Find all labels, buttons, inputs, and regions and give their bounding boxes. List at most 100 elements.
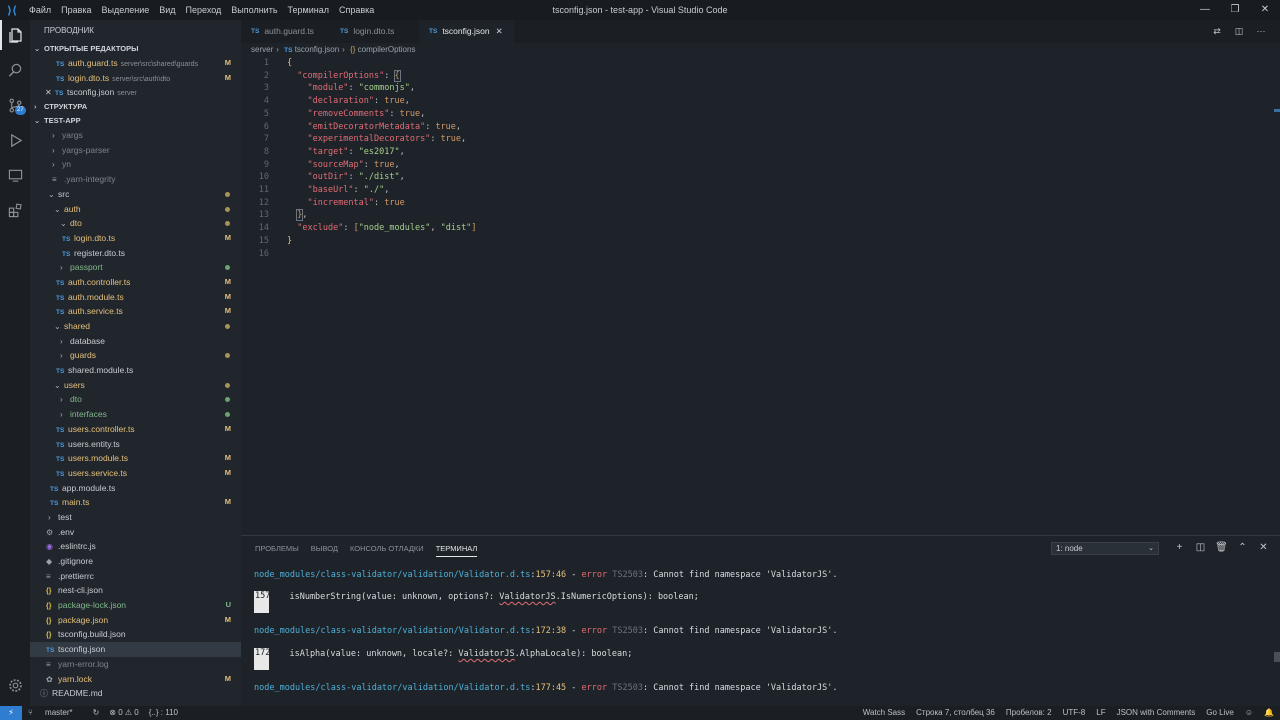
tree-file[interactable]: TS register.dto.ts: [30, 246, 241, 261]
tree-file[interactable]: ≡ .yarn-integrity: [30, 172, 241, 187]
tab-problems[interactable]: ПРОБЛЕМЫ: [255, 542, 299, 557]
menu-view[interactable]: Вид: [154, 0, 180, 20]
tree-file[interactable]: ⚙ .env: [30, 525, 241, 540]
tree-file[interactable]: ◉ .eslintrc.js: [30, 539, 241, 554]
more-actions-icon[interactable]: ···: [1250, 20, 1272, 43]
indentation[interactable]: Пробелов: 2: [1006, 706, 1052, 720]
tree-file[interactable]: TS login.dto.ts M: [30, 231, 241, 246]
open-changes-icon[interactable]: ⇄: [1206, 20, 1228, 43]
source-control-icon[interactable]: 27: [0, 90, 30, 120]
end-of-line[interactable]: LF: [1096, 706, 1105, 720]
git-branch[interactable]: ⑂ master*: [28, 706, 83, 720]
encoding[interactable]: UTF-8: [1063, 706, 1086, 720]
open-editor-item[interactable]: TS auth.guard.ts server\src\shared\guards M: [30, 56, 241, 71]
tree-file[interactable]: TS users.module.ts M: [30, 451, 241, 466]
tab-login-dto[interactable]: TS login.dto.ts: [330, 20, 419, 43]
tree-file[interactable]: TS shared.module.ts: [30, 363, 241, 378]
tree-folder[interactable]: › yargs-parser: [30, 143, 241, 158]
split-editor-icon[interactable]: ◫: [1228, 20, 1250, 43]
tree-file[interactable]: {} tsconfig.build.json: [30, 627, 241, 642]
tree-folder[interactable]: ⌄ src: [30, 187, 241, 202]
language-mode[interactable]: JSON with Comments: [1117, 706, 1196, 720]
tree-folder[interactable]: › interfaces: [30, 407, 241, 422]
menu-go[interactable]: Переход: [181, 0, 227, 20]
tree-file[interactable]: TS app.module.ts: [30, 481, 241, 496]
menu-edit[interactable]: Правка: [56, 0, 96, 20]
close-window-button[interactable]: ✕: [1250, 0, 1280, 20]
tree-file[interactable]: TS users.controller.ts M: [30, 422, 241, 437]
tab-terminal[interactable]: ТЕРМИНАЛ: [435, 542, 478, 557]
tab-auth-guard[interactable]: TS auth.guard.ts: [241, 20, 330, 43]
close-panel-icon[interactable]: ✕: [1253, 540, 1274, 556]
restore-button[interactable]: ❐: [1220, 0, 1250, 20]
tree-file[interactable]: ≡ yarn-error.log: [30, 657, 241, 672]
tree-folder[interactable]: › test: [30, 510, 241, 525]
minimize-button[interactable]: —: [1190, 0, 1220, 20]
tree-folder[interactable]: › yn: [30, 157, 241, 172]
terminal-scrollbar[interactable]: [1274, 652, 1280, 662]
maximize-panel-icon[interactable]: ⌃: [1232, 540, 1253, 556]
tree-folder[interactable]: ⌄ dto: [30, 216, 241, 231]
kill-terminal-icon[interactable]: 🗑: [1211, 540, 1232, 556]
feedback-icon[interactable]: ☺: [1245, 706, 1253, 720]
close-tab-icon[interactable]: ✕: [496, 20, 503, 43]
new-terminal-icon[interactable]: +: [1169, 540, 1190, 556]
extensions-icon[interactable]: [0, 195, 30, 225]
tree-file[interactable]: {} package.json M: [30, 613, 241, 628]
tree-file[interactable]: {} nest-cli.json: [30, 583, 241, 598]
tree-file-selected[interactable]: TS tsconfig.json: [30, 642, 241, 657]
tree-file[interactable]: ✿ yarn.lock M: [30, 672, 241, 687]
tree-file[interactable]: ≡ .prettierrc: [30, 569, 241, 584]
outline-section[interactable]: › СТРУКТУРА: [30, 100, 241, 114]
selection-info[interactable]: {..} : 110: [149, 706, 178, 720]
breadcrumb-file[interactable]: tsconfig.json: [295, 45, 339, 54]
menu-run[interactable]: Выполнить: [226, 0, 282, 20]
open-editor-item[interactable]: TS login.dto.ts server\src\auth\dto M: [30, 71, 241, 86]
cursor-position[interactable]: Строка 7, столбец 36: [916, 706, 995, 720]
tree-file[interactable]: TS auth.module.ts M: [30, 290, 241, 305]
terminal-select[interactable]: 1: node ⌄: [1051, 542, 1159, 555]
tree-file[interactable]: TS auth.service.ts M: [30, 304, 241, 319]
problems-count[interactable]: ⊗ 0 ⚠ 0: [109, 706, 138, 720]
watch-sass-button[interactable]: Watch Sass: [863, 706, 905, 720]
tree-file[interactable]: TS main.ts M: [30, 495, 241, 510]
tree-folder[interactable]: › database: [30, 334, 241, 349]
tree-folder[interactable]: › yargs: [30, 128, 241, 143]
menu-selection[interactable]: Выделение: [97, 0, 155, 20]
tab-output[interactable]: ВЫВОД: [311, 542, 338, 557]
menu-terminal[interactable]: Терминал: [283, 0, 334, 20]
tree-file[interactable]: {} package-lock.json U: [30, 598, 241, 613]
notifications-icon[interactable]: 🔔: [1264, 706, 1274, 720]
remote-indicator-icon[interactable]: ⚡: [0, 706, 22, 720]
menu-file[interactable]: Файл: [24, 0, 56, 20]
code-editor[interactable]: 1{ 2 "compilerOptions": { 3 "module": "c…: [241, 57, 1280, 527]
breadcrumb-symbol[interactable]: compilerOptions: [358, 45, 416, 54]
go-live-button[interactable]: Go Live: [1206, 706, 1234, 720]
tab-tsconfig[interactable]: TS tsconfig.json ✕: [419, 20, 514, 43]
open-editor-item[interactable]: ✕ TS tsconfig.json server: [30, 85, 241, 100]
breadcrumb-folder[interactable]: server: [251, 45, 273, 54]
remote-explorer-icon[interactable]: [0, 160, 30, 190]
search-icon[interactable]: [0, 55, 30, 85]
tree-folder[interactable]: ⌄ auth: [30, 202, 241, 217]
sync-icon[interactable]: ↻: [93, 706, 100, 720]
project-section[interactable]: ⌄ TEST-APP: [30, 114, 241, 128]
split-terminal-icon[interactable]: ◫: [1190, 540, 1211, 556]
run-debug-icon[interactable]: [0, 125, 30, 155]
tree-folder[interactable]: › passport: [30, 260, 241, 275]
tree-folder[interactable]: ⌄ users: [30, 378, 241, 393]
tree-folder[interactable]: › dto: [30, 392, 241, 407]
close-editor-icon[interactable]: ✕: [45, 86, 55, 100]
open-editors-section[interactable]: ⌄ ОТКРЫТЫЕ РЕДАКТОРЫ: [30, 42, 241, 56]
tree-file[interactable]: TS auth.controller.ts M: [30, 275, 241, 290]
tree-file[interactable]: ◆ .gitignore: [30, 554, 241, 569]
tree-file[interactable]: ⓘ README.md: [30, 686, 241, 701]
tree-file[interactable]: TS users.service.ts M: [30, 466, 241, 481]
explorer-icon[interactable]: [0, 20, 30, 50]
menu-help[interactable]: Справка: [334, 0, 379, 20]
settings-gear-icon[interactable]: [0, 670, 30, 700]
tree-folder[interactable]: ⌄ shared: [30, 319, 241, 334]
tab-debug-console[interactable]: КОНСОЛЬ ОТЛАДКИ: [350, 542, 424, 557]
tree-folder[interactable]: › guards: [30, 348, 241, 363]
tree-file[interactable]: TS users.entity.ts: [30, 437, 241, 452]
